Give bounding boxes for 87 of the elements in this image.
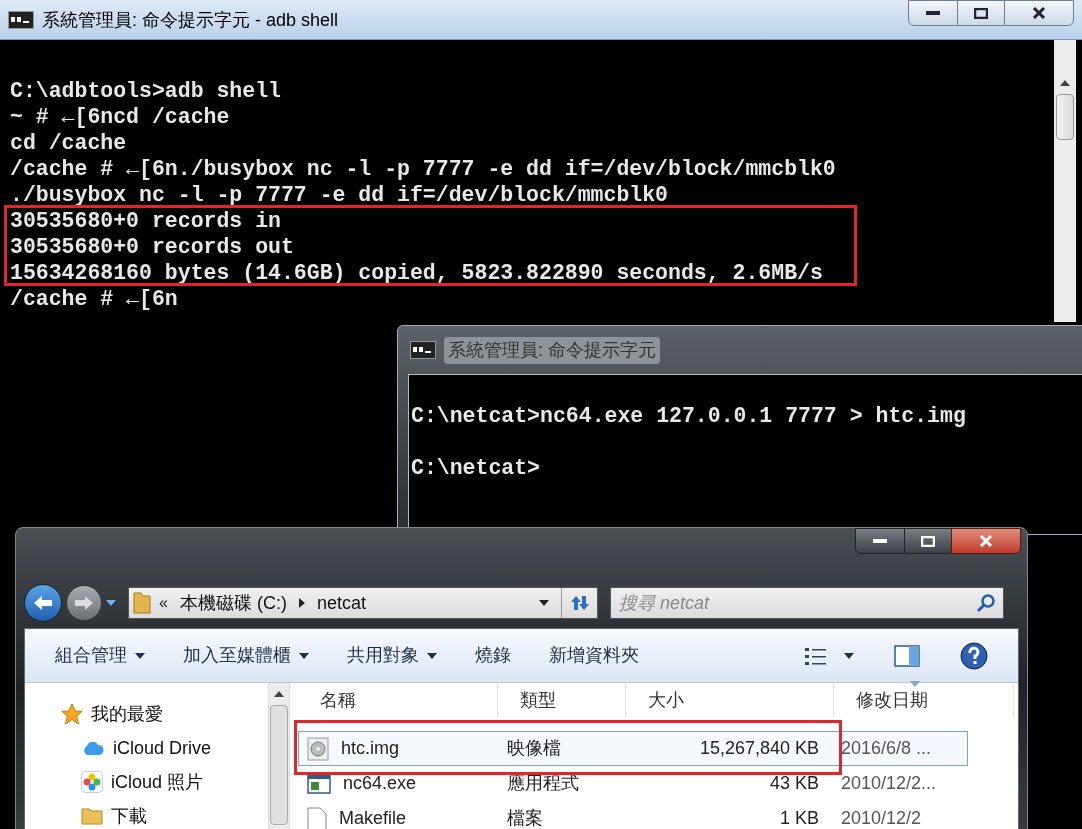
nav-item[interactable]: iCloud 照片 bbox=[81, 769, 268, 795]
maximize-button[interactable] bbox=[905, 528, 951, 554]
column-header[interactable]: 名稱 bbox=[298, 683, 498, 717]
view-options-button[interactable] bbox=[804, 645, 854, 666]
toolbar-button[interactable]: 組合管理 bbox=[55, 642, 145, 669]
file-name: htc.img bbox=[341, 737, 400, 760]
scroll-up-icon bbox=[274, 691, 284, 697]
details-list-icon bbox=[804, 645, 828, 666]
forward-arrow-icon bbox=[74, 595, 94, 611]
maximize-button[interactable] bbox=[958, 0, 1004, 26]
console-line: C:\netcat> bbox=[411, 455, 542, 481]
scroll-thumb[interactable] bbox=[270, 705, 288, 825]
console-line: 30535680+0 records in bbox=[10, 208, 282, 234]
address-bar[interactable]: « 本機磁碟 (C:) netcat bbox=[128, 587, 598, 619]
back-arrow-icon bbox=[33, 595, 53, 611]
file-type: 映像檔 bbox=[506, 737, 562, 760]
nav-item[interactable]: 下載 bbox=[81, 803, 268, 829]
star-icon bbox=[61, 703, 83, 725]
folder-icon bbox=[133, 592, 151, 614]
toolbar-button[interactable]: 燒錄 bbox=[475, 642, 511, 669]
file-row[interactable]: Makefile 檔案 1 KB 2010/12/2 bbox=[298, 801, 968, 829]
scrollbar[interactable] bbox=[1054, 40, 1076, 322]
chevron-right-icon bbox=[298, 598, 305, 608]
console-line: 15634268160 bytes (14.6GB) copied, 5823.822890 seconds, 2.6MB/s bbox=[10, 260, 824, 286]
breadcrumb-overflow[interactable]: « bbox=[159, 591, 168, 615]
help-button[interactable] bbox=[960, 641, 988, 670]
console-line: /cache # ←[6n./busybox nc -l -p 7777 -e dd if=/dev/block/mmcblk0 bbox=[10, 156, 837, 182]
column-header[interactable]: 類型 bbox=[498, 683, 626, 717]
pane-icon bbox=[894, 644, 920, 667]
file-size: 1 KB bbox=[778, 807, 820, 829]
nav-item[interactable]: 我的最愛 bbox=[61, 701, 268, 727]
file-row[interactable]: nc64.exe 應用程式 43 KB 2010/12/2... bbox=[298, 766, 968, 801]
forward-button[interactable] bbox=[66, 585, 102, 621]
file-size: 15,267,840 KB bbox=[698, 737, 820, 760]
history-caret-icon bbox=[106, 600, 116, 606]
scrollbar[interactable] bbox=[268, 683, 290, 829]
preview-pane-button[interactable] bbox=[894, 644, 920, 667]
modified-date: 2016/6/8 ... bbox=[840, 737, 932, 760]
search-icon bbox=[976, 593, 996, 613]
modified-date: 2010/12/2... bbox=[840, 772, 937, 795]
console-icon bbox=[8, 11, 34, 29]
column-header[interactable]: 大小 bbox=[626, 683, 834, 717]
file-type: 檔案 bbox=[506, 807, 544, 829]
toolbar-button[interactable]: 共用對象 bbox=[347, 642, 437, 669]
modified-date: 2010/12/2 bbox=[840, 807, 922, 829]
close-button[interactable] bbox=[951, 528, 1021, 554]
breadcrumb[interactable]: 本機磁碟 (C:) bbox=[179, 589, 287, 617]
program-window-icon bbox=[307, 773, 331, 794]
nav-item[interactable]: iCloud Drive bbox=[81, 735, 268, 761]
console-line: cd /cache bbox=[10, 130, 128, 156]
maximize-icon bbox=[921, 535, 935, 547]
back-button[interactable] bbox=[24, 584, 62, 622]
minimize-icon bbox=[873, 539, 887, 543]
toolbar-button[interactable]: 新增資料夾 bbox=[549, 642, 639, 669]
minimize-button[interactable] bbox=[908, 0, 958, 26]
search-field[interactable]: 搜尋 netcat bbox=[610, 587, 1004, 619]
file-row[interactable]: htc.img 映像檔 15,267,840 KB 2016/6/8 ... bbox=[298, 731, 968, 766]
close-icon bbox=[1032, 7, 1046, 19]
help-icon bbox=[960, 641, 988, 670]
file-size: 43 KB bbox=[768, 772, 820, 795]
scroll-thumb[interactable] bbox=[1056, 94, 1074, 140]
file-name: nc64.exe bbox=[343, 772, 417, 795]
close-button[interactable] bbox=[1004, 0, 1074, 26]
scroll-up-icon bbox=[1060, 80, 1070, 86]
console-line: C:\adbtools>adb shell bbox=[10, 78, 282, 104]
minimize-button[interactable] bbox=[855, 528, 905, 554]
breadcrumb[interactable]: netcat bbox=[316, 589, 366, 617]
close-icon bbox=[979, 535, 993, 547]
dropdown-caret-icon bbox=[539, 600, 549, 606]
window-title: 系統管理員: 命令提示字元 - adb shell bbox=[42, 8, 339, 32]
window-title: 系統管理員: 命令提示字元 bbox=[444, 336, 660, 364]
maximize-icon bbox=[974, 7, 988, 19]
minimize-icon bbox=[926, 11, 940, 15]
console-line: C:\netcat>nc64.exe 127.0.0.1 7777 > htc.img bbox=[411, 403, 967, 429]
console-line: 30535680+0 records out bbox=[10, 234, 295, 260]
caret-icon bbox=[844, 652, 854, 659]
console-line: ~ # ←[6ncd /cache bbox=[10, 104, 231, 130]
toolbar-button[interactable]: 加入至媒體櫃 bbox=[183, 642, 309, 669]
file-name: Makefile bbox=[339, 807, 407, 829]
folder-icon bbox=[81, 807, 103, 825]
cloud-icon bbox=[81, 739, 105, 757]
console-line: ./busybox nc -l -p 7777 -e dd if=/dev/block/mmcblk0 bbox=[10, 182, 669, 208]
console-line: /cache # ←[6n bbox=[10, 286, 179, 312]
console-icon bbox=[410, 341, 436, 359]
file-type: 應用程式 bbox=[506, 772, 580, 795]
sort-arrow-icon bbox=[910, 681, 920, 687]
flower-icon bbox=[81, 771, 103, 793]
